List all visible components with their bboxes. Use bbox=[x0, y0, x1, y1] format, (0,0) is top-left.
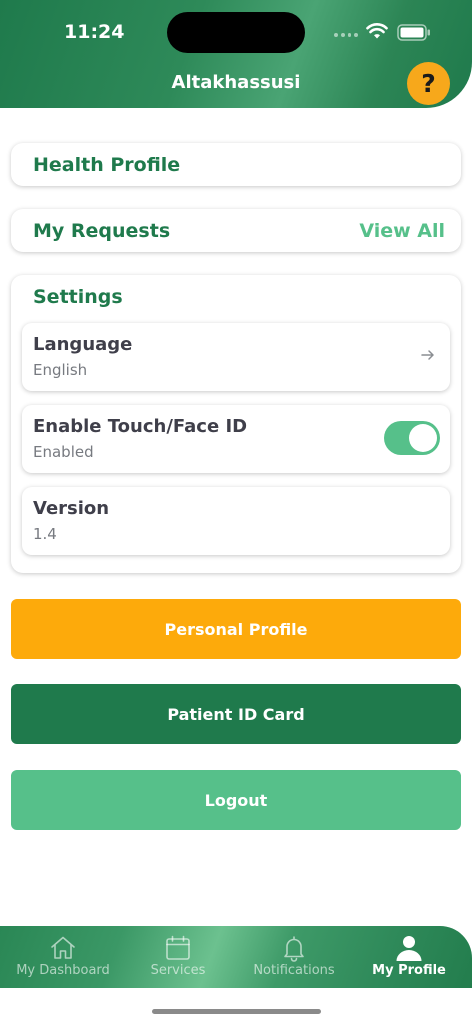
page-title: Altakhassusi bbox=[171, 72, 301, 93]
my-requests-title: My Requests bbox=[33, 220, 171, 242]
tab-notifications[interactable]: Notifications bbox=[235, 926, 353, 988]
language-setting-value: English bbox=[33, 361, 88, 379]
bell-icon bbox=[284, 936, 304, 962]
version-title: Version bbox=[33, 498, 110, 519]
tab-label: My Dashboard bbox=[16, 963, 110, 978]
bottom-tab-bar: My Dashboard Services Notifications My P… bbox=[0, 926, 472, 988]
touch-face-id-value: Enabled bbox=[33, 443, 94, 461]
touch-face-id-setting: Enable Touch/Face ID Enabled bbox=[22, 405, 450, 473]
cellular-signal-icon bbox=[334, 33, 358, 39]
person-icon bbox=[396, 936, 422, 961]
my-requests-card: My Requests View All bbox=[11, 209, 461, 252]
language-setting-title: Language bbox=[33, 334, 133, 355]
health-profile-title: Health Profile bbox=[33, 154, 181, 176]
wifi-icon bbox=[366, 23, 388, 39]
version-value: 1.4 bbox=[33, 525, 57, 543]
status-time: 11:24 bbox=[64, 21, 125, 43]
tab-label: My Profile bbox=[372, 963, 446, 978]
app-header: 11:24 Altakhassusi ? bbox=[0, 0, 472, 108]
personal-profile-button[interactable]: Personal Profile bbox=[11, 599, 461, 659]
arrow-right-icon bbox=[421, 350, 434, 360]
calendar-icon bbox=[166, 935, 190, 960]
patient-id-card-button[interactable]: Patient ID Card bbox=[11, 684, 461, 744]
logout-button[interactable]: Logout bbox=[11, 770, 461, 830]
battery-icon bbox=[397, 24, 430, 41]
tab-label: Notifications bbox=[253, 963, 335, 978]
settings-title: Settings bbox=[33, 286, 123, 308]
health-profile-card[interactable]: Health Profile bbox=[11, 143, 461, 186]
touch-face-id-toggle[interactable] bbox=[384, 421, 440, 455]
tab-services[interactable]: Services bbox=[119, 926, 237, 988]
version-setting: Version 1.4 bbox=[22, 487, 450, 555]
language-setting[interactable]: Language English bbox=[22, 323, 450, 391]
toggle-knob bbox=[409, 424, 437, 452]
touch-face-id-title: Enable Touch/Face ID bbox=[33, 416, 248, 437]
home-indicator[interactable] bbox=[152, 1009, 321, 1014]
dynamic-island bbox=[167, 12, 305, 53]
view-all-link[interactable]: View All bbox=[359, 220, 445, 242]
help-button[interactable]: ? bbox=[407, 62, 450, 105]
home-icon bbox=[51, 936, 75, 959]
settings-card: Settings Language English Enable Touch/F… bbox=[11, 275, 461, 573]
tab-my-dashboard[interactable]: My Dashboard bbox=[4, 926, 122, 988]
tab-my-profile[interactable]: My Profile bbox=[350, 926, 468, 988]
tab-label: Services bbox=[150, 963, 206, 978]
